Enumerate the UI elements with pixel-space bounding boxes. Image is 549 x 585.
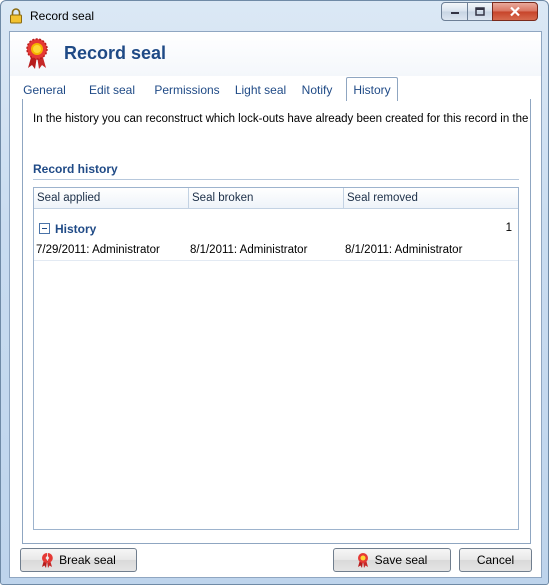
collapse-icon[interactable] [39,223,50,234]
title-bar[interactable]: Record seal [1,1,548,31]
table-row[interactable]: 7/29/2011: Administrator 8/1/2011: Admin… [34,241,518,261]
lock-icon [10,8,22,24]
maximize-button[interactable] [467,2,493,21]
column-header-seal-broken[interactable]: Seal broken [189,188,344,209]
tab-history[interactable]: History [346,77,398,101]
minimize-icon [450,11,459,14]
column-header-seal-applied[interactable]: Seal applied [34,188,189,209]
window-title: Record seal [30,9,95,23]
broken-seal-icon [42,553,53,568]
minimize-button[interactable] [441,2,468,21]
dialog-header: Record seal [10,32,541,76]
grid-header: Seal applied Seal broken Seal removed [34,188,518,209]
save-seal-button[interactable]: Save seal [333,548,451,572]
tab-notify[interactable]: Notify [298,80,336,100]
tab-strip: General Edit seal Permissions Light seal… [22,77,532,101]
cancel-label: Cancel [476,553,515,567]
history-panel: In the history you can reconstruct which… [22,99,531,544]
close-icon [510,6,520,17]
maximize-icon [475,7,485,16]
break-seal-label: Break seal [59,553,116,567]
group-count: 1 [505,222,512,234]
dialog-client-area: Record seal General Edit seal Permission… [9,31,542,578]
group-label: History [55,222,97,236]
record-history-heading: Record history [33,162,118,176]
tab-permissions[interactable]: Permissions [153,80,221,100]
save-seal-label: Save seal [374,553,428,567]
cell-seal-applied: 7/29/2011: Administrator [36,244,160,256]
dialog-title: Record seal [64,43,167,63]
cell-seal-removed: 8/1/2011: Administrator [345,244,463,256]
seal-icon [357,553,368,568]
tab-light-seal[interactable]: Light seal [232,80,289,100]
section-divider [33,179,519,180]
history-grid[interactable]: Seal applied Seal broken Seal removed Hi… [33,187,519,530]
break-seal-button[interactable]: Break seal [20,548,137,572]
history-intro-text: In the history you can reconstruct which… [33,113,528,125]
cancel-button[interactable]: Cancel [459,548,532,572]
tab-general[interactable]: General [22,80,67,100]
tab-edit-seal[interactable]: Edit seal [82,80,142,100]
rosette-seal-icon [26,38,48,69]
record-seal-window: Record seal Record seal General Edit sea [0,0,549,585]
column-header-seal-removed[interactable]: Seal removed [344,188,518,209]
cell-seal-broken: 8/1/2011: Administrator [190,244,308,256]
close-button[interactable] [492,2,538,21]
group-row-history[interactable]: History 1 [34,218,518,240]
